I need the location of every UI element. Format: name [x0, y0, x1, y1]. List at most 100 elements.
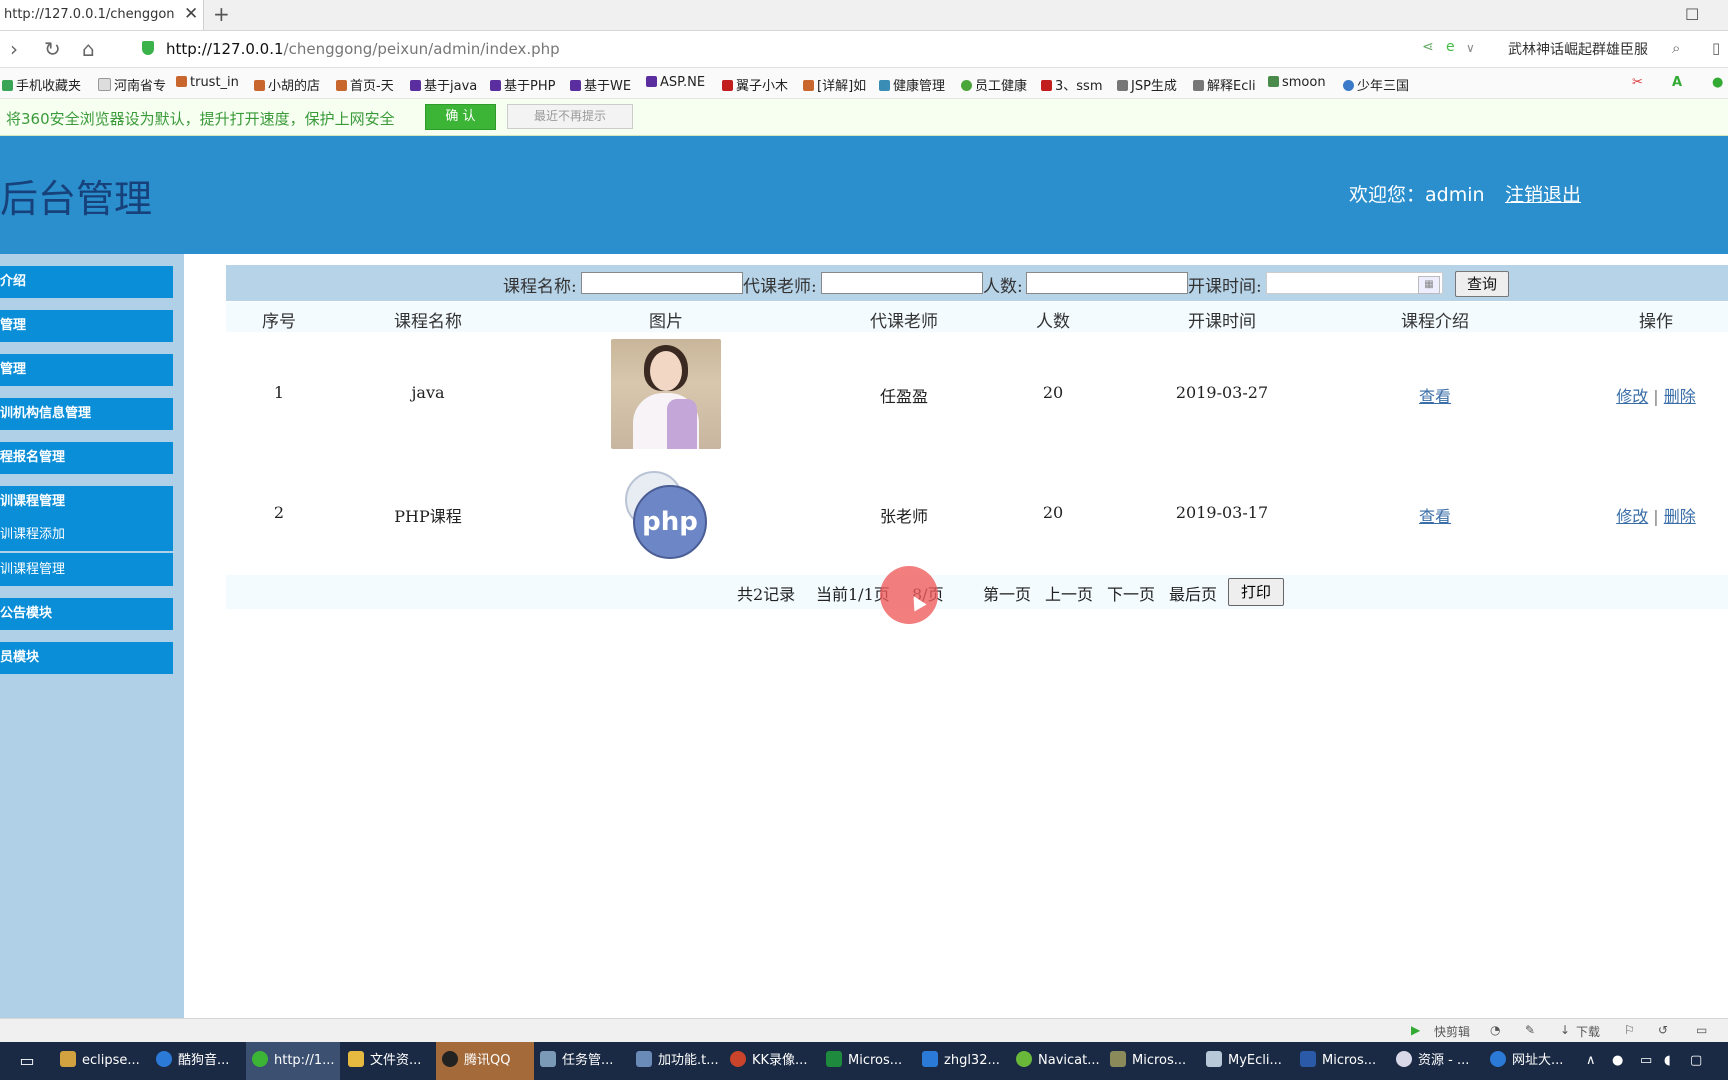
tray-qq-icon[interactable]: ● — [1612, 1042, 1632, 1080]
reload-icon[interactable]: ↻ — [44, 37, 61, 61]
print-button[interactable]: 打印 — [1228, 578, 1284, 606]
url-field[interactable]: http://127.0.0.1/chenggong/peixun/admin/… — [166, 40, 560, 58]
taskbar-item[interactable]: 腾讯QQ — [436, 1042, 534, 1080]
view-link[interactable]: 查看 — [1419, 503, 1451, 527]
tray-chevron-icon[interactable]: ∧ — [1586, 1042, 1606, 1080]
share-icon[interactable]: ⋖ — [1422, 39, 1434, 55]
sidebar-item-member[interactable]: 员模块 — [0, 642, 173, 674]
bookmark-item[interactable]: 少年三国 — [1343, 75, 1409, 94]
edit-link[interactable]: 修改 — [1616, 387, 1648, 406]
taskbar-item[interactable]: http://1... — [246, 1042, 340, 1080]
sidebar-item-manage-2[interactable]: 管理 — [0, 354, 173, 386]
window-menu-icon[interactable]: ☐ — [1685, 5, 1699, 24]
browser-mode-icon[interactable]: e — [1446, 39, 1455, 55]
bookmark-item[interactable]: 翼子小木 — [722, 75, 788, 94]
bookmark-item[interactable]: 基于PHP — [490, 75, 555, 94]
column-header: 图片 — [649, 312, 683, 332]
task-view-icon[interactable]: ▭ — [12, 1042, 42, 1080]
start-time-input[interactable] — [1266, 272, 1443, 294]
sidebar-subitem-course-add[interactable]: 训课程添加 — [0, 518, 173, 551]
confirm-button[interactable]: 确 认 — [425, 104, 496, 130]
bookmark-item[interactable]: 基于WE — [570, 75, 631, 94]
search-icon[interactable]: ⌕ — [1672, 39, 1680, 57]
taskbar-item[interactable]: Micros... — [1300, 1042, 1388, 1080]
bookmark-item[interactable]: [详解]如 — [803, 75, 866, 94]
tray-volume-icon[interactable]: ◖ — [1664, 1042, 1684, 1080]
pin-icon[interactable]: ✎ — [1525, 1023, 1535, 1037]
bookmark-item[interactable]: 手机收藏夹 — [2, 75, 81, 94]
delete-link[interactable]: 删除 — [1664, 507, 1696, 526]
count-input[interactable] — [1026, 272, 1188, 294]
taskbar-item[interactable]: 文件资... — [348, 1042, 436, 1080]
taskbar-item[interactable]: zhgl32... — [922, 1042, 1010, 1080]
quick-clip-label[interactable]: 快剪辑 — [1434, 1023, 1470, 1040]
tray-network-icon[interactable]: ▭ — [1640, 1042, 1660, 1080]
bookmark-item[interactable]: 3、ssm — [1041, 75, 1102, 94]
taskbar-item[interactable]: Micros... — [826, 1042, 914, 1080]
next-page-link[interactable]: 下一页 — [1107, 581, 1155, 605]
translate-icon[interactable]: A — [1672, 75, 1682, 90]
bookmark-item[interactable]: 健康管理 — [879, 75, 945, 94]
taskbar-item[interactable]: eclipse... — [60, 1042, 148, 1080]
delete-link[interactable]: 删除 — [1664, 387, 1696, 406]
sidebar-item-notice[interactable]: 公告模块 — [0, 598, 173, 630]
back-icon[interactable]: › — [10, 37, 18, 61]
search-suggestion[interactable]: 武林神话崛起群雄臣服 — [1508, 39, 1648, 59]
sidebar-item-intro[interactable]: 介绍 — [0, 266, 173, 298]
download-label[interactable]: 下载 — [1576, 1023, 1600, 1040]
sidebar-item-manage-1[interactable]: 管理 — [0, 310, 173, 342]
bookmark-item[interactable]: JSP生成 — [1117, 75, 1177, 94]
logout-link[interactable]: 注销退出 — [1505, 180, 1581, 207]
window-icon[interactable]: ▭ — [1696, 1023, 1707, 1037]
taskbar-item[interactable]: KK录像... — [730, 1042, 818, 1080]
sidebar-item-institution[interactable]: 训机构信息管理 — [0, 398, 173, 430]
flag-icon[interactable]: ⚐ — [1624, 1023, 1635, 1037]
taskbar-label: KK录像... — [752, 1053, 808, 1068]
bookmark-item[interactable]: 员工健康 — [961, 75, 1027, 94]
first-page-link[interactable]: 第一页 — [983, 581, 1031, 605]
sidebar-toggle-icon[interactable]: ▯ — [1712, 39, 1720, 57]
view-link[interactable]: 查看 — [1419, 383, 1451, 407]
bookmark-item[interactable]: ASP.NE — [646, 75, 705, 90]
bookmark-item[interactable]: smoon — [1268, 75, 1326, 90]
taskbar-item[interactable]: 酷狗音... — [156, 1042, 244, 1080]
sidebar-item-course-manage[interactable]: 训课程管理 — [0, 486, 173, 518]
bookmark-item[interactable]: 基于java — [410, 75, 477, 94]
taskbar-item[interactable]: 资源 - ... — [1396, 1042, 1484, 1080]
speed-icon[interactable]: ◔ — [1490, 1023, 1500, 1037]
chevron-down-icon[interactable]: ∨ — [1466, 41, 1475, 55]
taskbar-item[interactable]: 加功能.t... — [636, 1042, 724, 1080]
edit-link[interactable]: 修改 — [1616, 507, 1648, 526]
bookmark-item[interactable]: trust_in — [176, 75, 239, 90]
extension-icon[interactable]: ● — [1712, 75, 1723, 90]
home-icon[interactable]: ⌂ — [82, 37, 95, 61]
quick-clip-icon[interactable]: ▶ — [1411, 1023, 1420, 1037]
download-icon[interactable]: ↓ — [1560, 1023, 1570, 1037]
sidebar-item-registration[interactable]: 程报名管理 — [0, 442, 173, 474]
new-tab-icon[interactable]: + — [213, 2, 230, 26]
close-icon[interactable]: ✕ — [184, 4, 198, 24]
bookmark-item[interactable]: 解释Ecli — [1193, 75, 1256, 94]
taskbar-item[interactable]: 任务管... — [540, 1042, 628, 1080]
taskbar-item[interactable]: Micros... — [1110, 1042, 1198, 1080]
last-page-link[interactable]: 最后页 — [1169, 581, 1217, 605]
cell-teacher: 任盈盈 — [879, 387, 929, 406]
search-button[interactable]: 查询 — [1455, 271, 1509, 297]
course-name-input[interactable] — [581, 272, 743, 294]
bookmark-item[interactable]: 首页-天 — [336, 75, 394, 94]
taskbar-item[interactable]: Navicat... — [1016, 1042, 1104, 1080]
bookmark-item[interactable]: 小胡的店 — [254, 75, 320, 94]
scissors-icon[interactable]: ✂ — [1632, 75, 1643, 90]
tray-notification-icon[interactable]: ▢ — [1690, 1042, 1710, 1080]
browser-tab[interactable]: http://127.0.0.1/chenggong/pe ✕ — [0, 0, 204, 30]
refresh-icon[interactable]: ↺ — [1658, 1023, 1668, 1037]
sidebar-subitem-course-list[interactable]: 训课程管理 — [0, 553, 173, 586]
taskbar-item[interactable]: 网址大... — [1490, 1042, 1578, 1080]
teacher-input[interactable] — [821, 272, 983, 294]
taskbar-item[interactable]: MyEcli... — [1206, 1042, 1294, 1080]
cell-id: 2 — [273, 503, 285, 522]
no-remind-button[interactable]: 最近不再提示 — [507, 104, 633, 129]
prev-page-link[interactable]: 上一页 — [1045, 581, 1093, 605]
bookmark-item[interactable]: 河南省专 — [98, 75, 166, 94]
calendar-icon[interactable]: ▦ — [1418, 276, 1440, 294]
